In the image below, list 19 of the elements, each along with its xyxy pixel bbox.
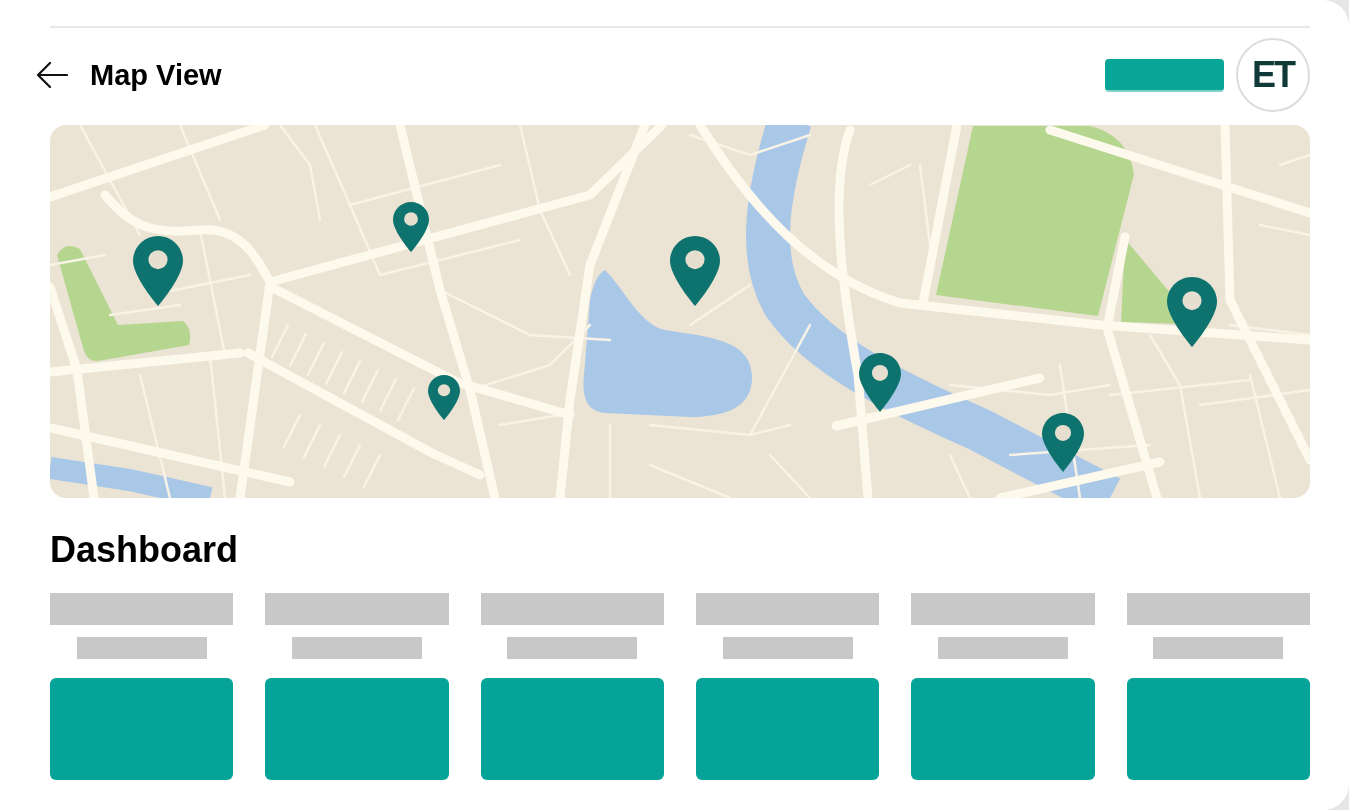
action-button[interactable]	[1105, 58, 1224, 92]
section-title: Dashboard	[50, 528, 240, 572]
profile-avatar[interactable]: ET	[1236, 38, 1310, 112]
dashboard-tile[interactable]	[911, 678, 1095, 780]
map-pin-icon[interactable]	[1042, 413, 1084, 472]
arrow-left-icon	[36, 61, 68, 89]
dashboard-tile[interactable]	[1126, 678, 1310, 780]
map-pin-icon[interactable]	[1167, 277, 1217, 347]
dashboard-tile[interactable]	[696, 678, 880, 780]
map-pin-icon[interactable]	[859, 353, 901, 412]
dashboard-tile[interactable]	[50, 678, 234, 780]
page-title: Map View	[90, 58, 222, 93]
dashboard-tile[interactable]	[265, 678, 449, 780]
map-pin-icon[interactable]	[133, 236, 183, 306]
dashboard-tile[interactable]	[480, 678, 664, 780]
map-pin-icon[interactable]	[670, 236, 720, 306]
map-pin-icon[interactable]	[393, 202, 429, 252]
back-button[interactable]	[36, 61, 68, 89]
map-pin-icon[interactable]	[428, 375, 460, 420]
